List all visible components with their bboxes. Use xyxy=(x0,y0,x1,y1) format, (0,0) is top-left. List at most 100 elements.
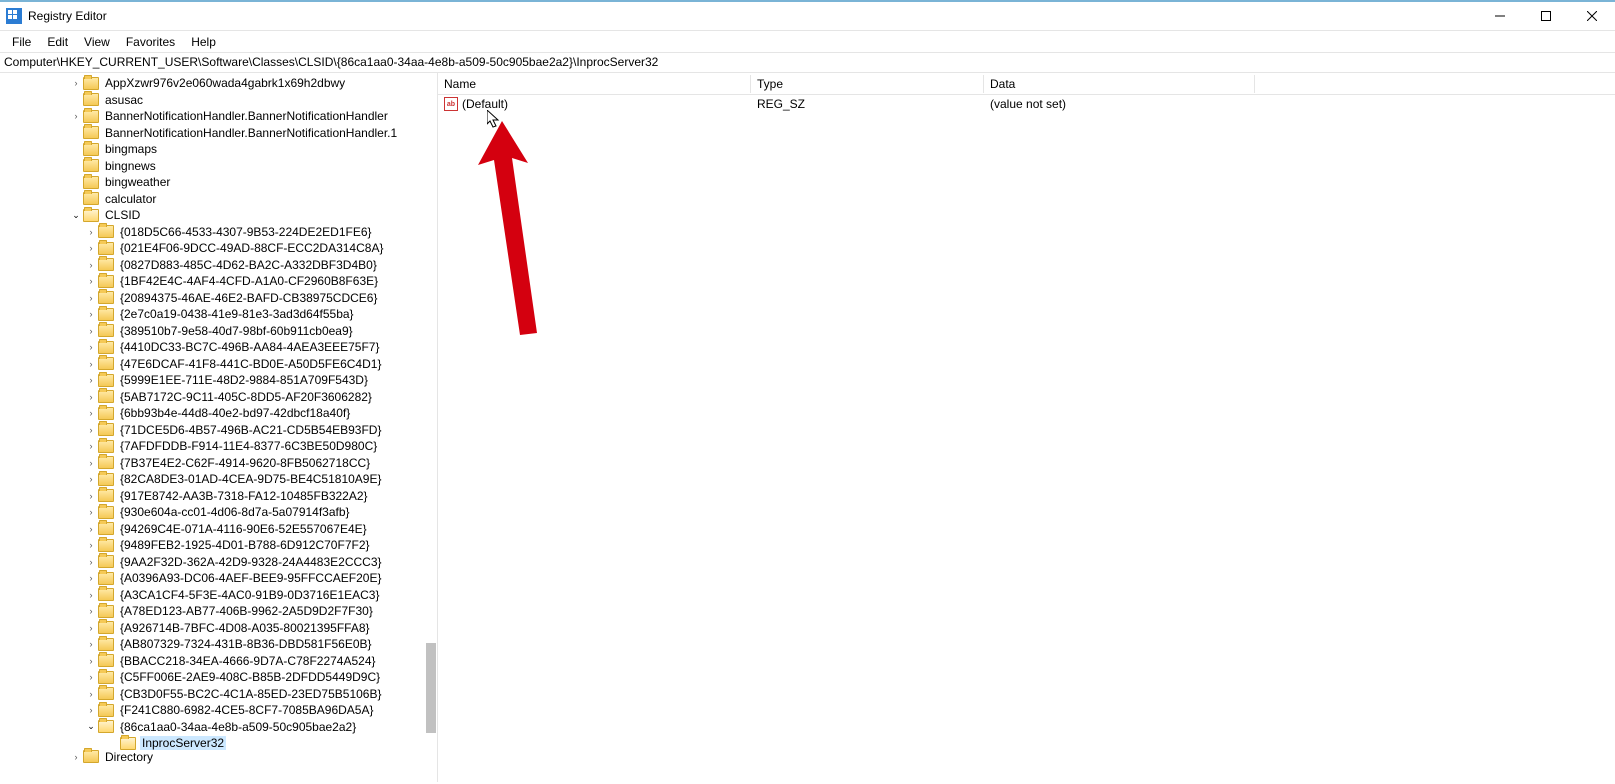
chevron-right-icon[interactable]: › xyxy=(86,408,96,418)
tree-item[interactable]: ›{A78ED123-AB77-406B-9962-2A5D9D2F7F30} xyxy=(0,603,437,620)
tree-item[interactable]: ⌄{86ca1aa0-34aa-4e8b-a509-50c905bae2a2} xyxy=(0,719,437,736)
tree-item[interactable]: ›{71DCE5D6-4B57-496B-AC21-CD5B54EB93FD} xyxy=(0,422,437,439)
tree-item[interactable]: BannerNotificationHandler.BannerNotifica… xyxy=(0,125,437,142)
close-button[interactable] xyxy=(1569,2,1615,31)
chevron-right-icon[interactable]: › xyxy=(86,623,96,633)
chevron-right-icon[interactable]: › xyxy=(86,458,96,468)
chevron-right-icon[interactable]: › xyxy=(86,326,96,336)
col-name[interactable]: Name xyxy=(438,75,751,93)
col-type[interactable]: Type xyxy=(751,75,984,93)
tree-item[interactable]: ›{1BF42E4C-4AF4-4CFD-A1A0-CF2960B8F63E} xyxy=(0,273,437,290)
chevron-right-icon[interactable]: › xyxy=(86,590,96,600)
tree-pane[interactable]: ›AppXzwr976v2e060wada4gabrk1x69h2dbwyasu… xyxy=(0,73,438,782)
tree-item[interactable]: ›{930e604a-cc01-4d06-8d7a-5a07914f3afb} xyxy=(0,504,437,521)
folder-icon xyxy=(98,555,114,568)
tree-item[interactable]: bingnews xyxy=(0,158,437,175)
chevron-right-icon[interactable]: › xyxy=(86,474,96,484)
tree-item-label: CLSID xyxy=(103,208,142,222)
menu-view[interactable]: View xyxy=(76,33,118,51)
list-body[interactable]: ab(Default)REG_SZ(value not set) xyxy=(438,95,1615,113)
chevron-right-icon[interactable]: › xyxy=(86,392,96,402)
tree-item[interactable]: ›{6bb93b4e-44d8-40e2-bd97-42dbcf18a40f} xyxy=(0,405,437,422)
menu-favorites[interactable]: Favorites xyxy=(118,33,183,51)
tree-item[interactable]: ›{82CA8DE3-01AD-4CEA-9D75-BE4C51810A9E} xyxy=(0,471,437,488)
tree-item[interactable]: ›{389510b7-9e58-40d7-98bf-60b911cb0ea9} xyxy=(0,323,437,340)
chevron-right-icon[interactable]: › xyxy=(86,606,96,616)
chevron-right-icon[interactable]: › xyxy=(86,705,96,715)
chevron-right-icon[interactable]: › xyxy=(86,425,96,435)
tree-item[interactable]: ›{0827D883-485C-4D62-BA2C-A332DBF3D4B0} xyxy=(0,257,437,274)
tree-item[interactable]: asusac xyxy=(0,92,437,109)
tree-item[interactable]: InprocServer32 xyxy=(0,735,437,752)
tree-item[interactable]: ›{5999E1EE-711E-48D2-9884-851A709F543D} xyxy=(0,372,437,389)
chevron-down-icon[interactable]: ⌄ xyxy=(71,210,81,221)
menu-file[interactable]: File xyxy=(4,33,39,51)
tree-item[interactable]: ›{CB3D0F55-BC2C-4C1A-85ED-23ED75B5106B} xyxy=(0,686,437,703)
tree-item[interactable]: calculator xyxy=(0,191,437,208)
chevron-right-icon[interactable]: › xyxy=(86,227,96,237)
tree-item[interactable]: bingmaps xyxy=(0,141,437,158)
tree-item[interactable]: ›{94269C4E-071A-4116-90E6-52E557067E4E} xyxy=(0,521,437,538)
chevron-right-icon[interactable]: › xyxy=(86,293,96,303)
chevron-right-icon[interactable]: › xyxy=(86,540,96,550)
chevron-right-icon[interactable]: › xyxy=(86,309,96,319)
tree-item[interactable]: ›{AB807329-7324-431B-8B36-DBD581F56E0B} xyxy=(0,636,437,653)
tree-scrollbar-thumb[interactable] xyxy=(426,643,436,733)
tree-item[interactable]: ›{7AFDFDDB-F914-11E4-8377-6C3BE50D980C} xyxy=(0,438,437,455)
tree-item[interactable]: ›{A3CA1CF4-5F3E-4AC0-91B9-0D3716E1EAC3} xyxy=(0,587,437,604)
menu-edit[interactable]: Edit xyxy=(39,33,76,51)
folder-icon xyxy=(98,621,114,634)
chevron-right-icon[interactable]: › xyxy=(86,276,96,286)
tree-item[interactable]: ›Directory xyxy=(0,752,437,762)
chevron-down-icon[interactable]: ⌄ xyxy=(86,721,96,732)
tree-item[interactable]: ›{9AA2F32D-362A-42D9-9328-24A4483E2CCC3} xyxy=(0,554,437,571)
chevron-right-icon[interactable]: › xyxy=(86,260,96,270)
chevron-right-icon[interactable]: › xyxy=(86,507,96,517)
tree-item[interactable]: ›{F241C880-6982-4CE5-8CF7-7085BA96DA5A} xyxy=(0,702,437,719)
tree-item[interactable]: ⌄ CLSID xyxy=(0,207,437,224)
values-pane[interactable]: Name Type Data ab(Default)REG_SZ(value n… xyxy=(438,73,1615,782)
tree-item[interactable]: ›{9489FEB2-1925-4D01-B788-6D912C70F7F2} xyxy=(0,537,437,554)
chevron-right-icon[interactable]: › xyxy=(86,359,96,369)
registry-tree[interactable]: ›AppXzwr976v2e060wada4gabrk1x69h2dbwyasu… xyxy=(0,73,437,766)
tree-item[interactable]: bingweather xyxy=(0,174,437,191)
tree-item[interactable]: ›{A926714B-7BFC-4D08-A035-80021395FFA8} xyxy=(0,620,437,637)
col-data[interactable]: Data xyxy=(984,75,1255,93)
value-row[interactable]: ab(Default)REG_SZ(value not set) xyxy=(438,95,1615,113)
address-bar[interactable]: Computer\HKEY_CURRENT_USER\Software\Clas… xyxy=(0,53,1615,73)
tree-item[interactable]: ›{018D5C66-4533-4307-9B53-224DE2ED1FE6} xyxy=(0,224,437,241)
chevron-right-icon[interactable]: › xyxy=(86,375,96,385)
chevron-right-icon[interactable]: › xyxy=(86,557,96,567)
tree-item-label: BannerNotificationHandler.BannerNotifica… xyxy=(103,126,399,140)
chevron-right-icon[interactable]: › xyxy=(71,752,81,762)
minimize-button[interactable] xyxy=(1477,2,1523,31)
chevron-right-icon[interactable]: › xyxy=(86,524,96,534)
tree-item[interactable]: ›{021E4F06-9DCC-49AD-88CF-ECC2DA314C8A} xyxy=(0,240,437,257)
chevron-right-icon[interactable]: › xyxy=(86,491,96,501)
chevron-right-icon[interactable]: › xyxy=(86,243,96,253)
tree-item[interactable]: ›{A0396A93-DC06-4AEF-BEE9-95FFCCAEF20E} xyxy=(0,570,437,587)
chevron-right-icon[interactable]: › xyxy=(71,78,81,88)
tree-item[interactable]: ›{20894375-46AE-46E2-BAFD-CB38975CDCE6} xyxy=(0,290,437,307)
tree-item[interactable]: ›AppXzwr976v2e060wada4gabrk1x69h2dbwy xyxy=(0,75,437,92)
chevron-right-icon[interactable]: › xyxy=(86,639,96,649)
chevron-right-icon[interactable]: › xyxy=(86,672,96,682)
tree-item[interactable]: ›{C5FF006E-2AE9-408C-B85B-2DFDD5449D9C} xyxy=(0,669,437,686)
chevron-right-icon[interactable]: › xyxy=(86,573,96,583)
maximize-button[interactable] xyxy=(1523,2,1569,31)
chevron-right-icon[interactable]: › xyxy=(86,689,96,699)
tree-item[interactable]: ›BannerNotificationHandler.BannerNotific… xyxy=(0,108,437,125)
chevron-right-icon[interactable]: › xyxy=(86,656,96,666)
menu-help[interactable]: Help xyxy=(183,33,224,51)
tree-item[interactable]: ›{917E8742-AA3B-7318-FA12-10485FB322A2} xyxy=(0,488,437,505)
chevron-right-icon[interactable]: › xyxy=(71,111,81,121)
tree-item[interactable]: ›{4410DC33-BC7C-496B-AA84-4AEA3EEE75F7} xyxy=(0,339,437,356)
chevron-right-icon[interactable]: › xyxy=(86,441,96,451)
chevron-right-icon[interactable]: › xyxy=(86,342,96,352)
tree-item[interactable]: ›{5AB7172C-9C11-405C-8DD5-AF20F3606282} xyxy=(0,389,437,406)
tree-item[interactable]: ›{2e7c0a19-0438-41e9-81e3-3ad3d64f55ba} xyxy=(0,306,437,323)
tree-item[interactable]: ›{7B37E4E2-C62F-4914-9620-8FB5062718CC} xyxy=(0,455,437,472)
tree-item[interactable]: ›{47E6DCAF-41F8-441C-BD0E-A50D5FE6C4D1} xyxy=(0,356,437,373)
tree-item[interactable]: ›{BBACC218-34EA-4666-9D7A-C78F2274A524} xyxy=(0,653,437,670)
col-empty xyxy=(1255,82,1615,86)
